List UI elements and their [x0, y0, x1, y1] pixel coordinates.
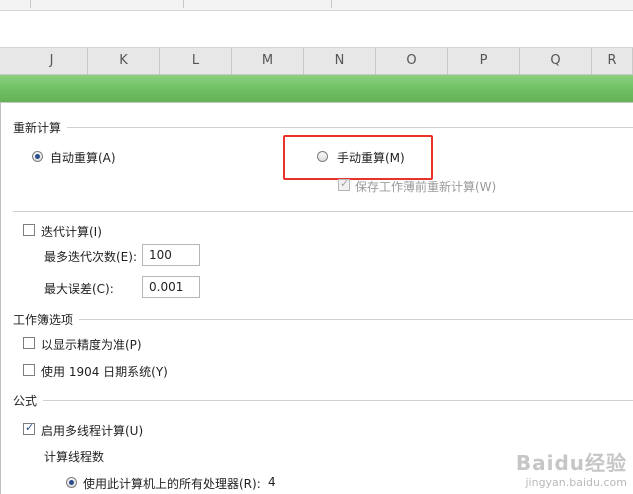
workbook-options-title: 工作簿选项 — [13, 313, 74, 327]
max-change-label: 最大误差(C): — [44, 282, 114, 296]
multithread-checkbox[interactable] — [23, 421, 35, 435]
workbook-options-divider — [79, 319, 633, 320]
column-header-o[interactable]: O — [376, 48, 448, 74]
column-header-row: J K L M N O P Q R — [0, 48, 633, 75]
column-header-q[interactable]: Q — [520, 48, 592, 74]
watermark-logo-text: Baidu经验 — [515, 451, 627, 475]
column-header-p[interactable]: P — [448, 48, 520, 74]
column-header-m[interactable]: M — [232, 48, 304, 74]
max-iterations-input[interactable]: 100 — [142, 244, 200, 266]
baidu-jingyan-watermark: Baidu经验 jingyan.baidu.com — [516, 447, 627, 489]
iteration-checkbox[interactable] — [23, 224, 35, 236]
ribbon-bottom-strip — [0, 0, 633, 11]
column-header-r[interactable]: R — [592, 48, 633, 74]
formula-bar[interactable] — [0, 11, 633, 48]
manual-recalc-highlight — [283, 135, 433, 180]
date-1904-checkbox[interactable] — [23, 364, 35, 376]
column-header-j[interactable]: J — [16, 48, 88, 74]
ribbon-separator — [183, 0, 184, 8]
recalc-section-title: 重新计算 — [13, 121, 62, 135]
automatic-recalc-label[interactable]: 自动重算(A) — [50, 149, 116, 166]
recalc-divider — [67, 127, 633, 128]
column-header-l[interactable]: L — [160, 48, 232, 74]
iteration-label[interactable]: 迭代计算(I) — [41, 223, 102, 240]
ribbon-separator — [30, 0, 31, 8]
column-header-k[interactable]: K — [88, 48, 160, 74]
multithread-label[interactable]: 启用多线程计算(U) — [41, 422, 143, 439]
column-header-n[interactable]: N — [304, 48, 376, 74]
dialog-title-bar — [0, 75, 633, 102]
precision-as-displayed-label[interactable]: 以显示精度为准(P) — [41, 336, 142, 353]
use-all-processors-label[interactable]: 使用此计算机上的所有处理器(R): — [83, 475, 261, 492]
iteration-divider — [13, 211, 633, 212]
date-1904-label[interactable]: 使用 1904 日期系统(Y) — [41, 363, 168, 380]
watermark-url-text: jingyan.baidu.com — [525, 476, 627, 489]
calculation-options-panel: 重新计算 自动重算(A) 手动重算(M) 保存工作薄前重新计算(W) 迭代计算(… — [0, 102, 633, 494]
formulas-section-title: 公式 — [13, 394, 38, 408]
ribbon-separator — [331, 0, 332, 8]
processor-count-value: 4 — [268, 475, 276, 489]
precision-as-displayed-checkbox[interactable] — [23, 337, 35, 349]
save-before-recalc-checkbox[interactable] — [338, 177, 350, 191]
use-all-processors-radio[interactable] — [66, 477, 77, 488]
thread-count-label: 计算线程数 — [44, 450, 105, 464]
formulas-divider — [43, 400, 633, 401]
max-iterations-label: 最多迭代次数(E): — [44, 250, 137, 264]
max-change-input[interactable]: 0.001 — [142, 276, 200, 298]
save-before-recalc-label[interactable]: 保存工作薄前重新计算(W) — [355, 178, 496, 195]
automatic-recalc-radio[interactable] — [32, 151, 43, 162]
